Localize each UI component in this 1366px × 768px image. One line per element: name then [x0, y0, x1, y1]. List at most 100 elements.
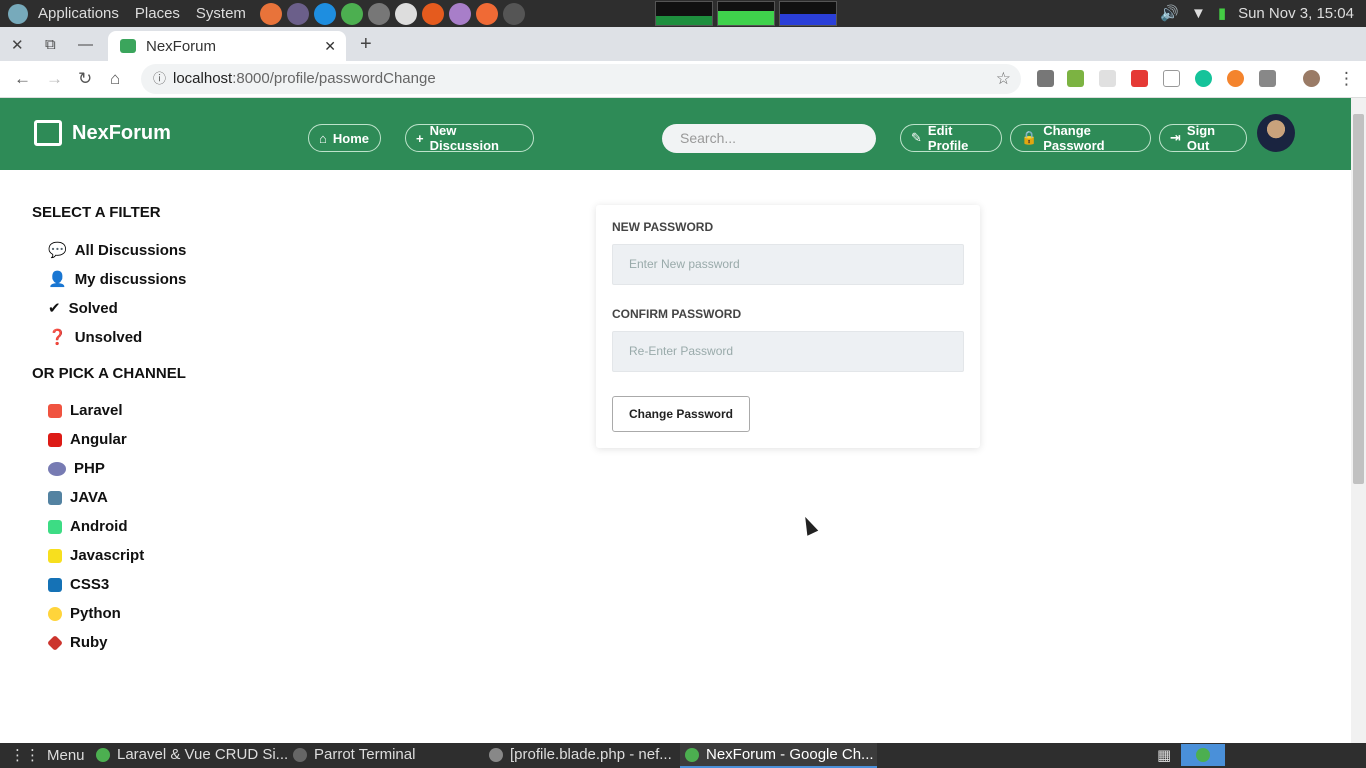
- sign-out-icon: ⇥: [1170, 130, 1181, 145]
- user-avatar[interactable]: [1257, 114, 1295, 152]
- brand[interactable]: NexForum: [34, 120, 171, 146]
- browser-tab[interactable]: NexForum ✕: [108, 31, 346, 61]
- lock-icon: 🔒: [1021, 130, 1038, 145]
- house-icon: ⌂: [319, 130, 327, 146]
- forward-icon[interactable]: →: [46, 69, 63, 89]
- address-bar-row: ← → ↻ ⌂ ⓘ localhost:8000/profile/passwor…: [0, 61, 1366, 98]
- os-taskbar: ⋮⋮ Menu Laravel & Vue CRUD Si... Parrot T…: [0, 743, 1366, 768]
- filter-my-discussions[interactable]: 👤 My discussions: [48, 270, 186, 289]
- extension-icon[interactable]: [1227, 70, 1244, 87]
- os-logo-icon[interactable]: [8, 3, 28, 24]
- channel-ruby[interactable]: Ruby: [47, 634, 108, 651]
- taskbar-menu-button[interactable]: ⋮⋮ Menu: [10, 746, 85, 765]
- browser-menu-icon[interactable]: ⋮: [1338, 69, 1355, 89]
- cpu-graph: [654, 1, 713, 26]
- launcher-icon[interactable]: [367, 2, 390, 25]
- launcher-icon[interactable]: [259, 2, 282, 25]
- edit-profile-button[interactable]: ✎ Edit Profile: [900, 123, 1002, 153]
- url-bar[interactable]: ⓘ localhost:8000/profile/passwordChange …: [141, 64, 1021, 94]
- password-change-card: NEW PASSWORD Enter New password CONFIRM …: [596, 205, 980, 448]
- minimize-window-icon[interactable]: —: [78, 36, 93, 53]
- chrome-tray-icon[interactable]: [1181, 744, 1225, 766]
- tab-close-icon[interactable]: ✕: [324, 38, 336, 55]
- extension-icon[interactable]: [1131, 70, 1148, 87]
- os-menu-places[interactable]: Places: [135, 5, 180, 22]
- home-label: Home: [332, 130, 369, 146]
- sign-out-button[interactable]: ⇥ Sign Out: [1159, 123, 1247, 153]
- home-button[interactable]: ⌂ Home: [308, 124, 381, 152]
- back-icon[interactable]: ←: [14, 69, 31, 89]
- php-icon: [48, 461, 66, 476]
- chrome-icon: [96, 747, 110, 762]
- browser-tab-bar: ✕ ⧉ — NexForum ✕ +: [0, 27, 1366, 61]
- laravel-icon: [48, 403, 62, 418]
- site-info-icon[interactable]: ⓘ: [153, 64, 166, 94]
- close-window-icon[interactable]: ✕: [11, 36, 24, 54]
- channel-python[interactable]: Python: [48, 605, 121, 622]
- channel-java[interactable]: JAVA: [48, 489, 108, 506]
- extension-icon[interactable]: [1099, 70, 1116, 87]
- firefox-icon[interactable]: [421, 2, 444, 25]
- sign-out-label: Sign Out: [1186, 123, 1216, 153]
- change-password-nav-button[interactable]: 🔒 Change Password: [1010, 123, 1151, 153]
- workspace-icon[interactable]: ▦: [1157, 746, 1171, 764]
- change-password-submit-button[interactable]: Change Password: [612, 396, 750, 432]
- terminal-icon[interactable]: [502, 2, 525, 25]
- edit-profile-label: Edit Profile: [927, 123, 969, 153]
- os-menu-system[interactable]: System: [196, 5, 246, 22]
- wifi-icon[interactable]: ▼: [1191, 5, 1206, 22]
- filter-solved[interactable]: ✔ Solved: [48, 299, 118, 318]
- question-circle-icon: ❓: [48, 329, 67, 346]
- channel-angular[interactable]: Angular: [48, 431, 127, 448]
- taskbar-item[interactable]: Laravel & Vue CRUD Si...: [96, 746, 288, 763]
- mouse-cursor: [799, 514, 819, 536]
- launcher-icon[interactable]: [394, 2, 417, 25]
- android-icon: [48, 519, 62, 534]
- home-icon[interactable]: ⌂: [110, 69, 120, 89]
- grammarly-icon[interactable]: [1195, 70, 1212, 87]
- user-icon: 👤: [48, 271, 67, 288]
- launcher-icon[interactable]: [286, 2, 309, 25]
- confirm-password-input[interactable]: Re-Enter Password: [612, 331, 964, 372]
- channel-android[interactable]: Android: [48, 518, 128, 535]
- extension-icon[interactable]: [1037, 70, 1054, 87]
- extension-icon[interactable]: [1259, 70, 1276, 87]
- channel-laravel[interactable]: Laravel: [48, 402, 123, 419]
- skype-icon[interactable]: [313, 2, 336, 25]
- bookmark-star-icon[interactable]: ☆: [996, 64, 1011, 94]
- profile-avatar-icon[interactable]: [1303, 70, 1320, 87]
- volume-icon[interactable]: 🔊: [1160, 4, 1179, 22]
- os-tray: 🔊 ▼ ▮ Sun Nov 3, 15:04: [1160, 4, 1354, 23]
- launcher-icon[interactable]: [448, 2, 471, 25]
- channel-javascript[interactable]: Javascript: [48, 547, 144, 564]
- filter-unsolved[interactable]: ❓ Unsolved: [48, 328, 142, 347]
- channel-php[interactable]: PHP: [48, 460, 105, 477]
- battery-icon[interactable]: ▮: [1218, 4, 1226, 22]
- new-discussion-label: New Discussion: [429, 123, 499, 153]
- filter-all-discussions[interactable]: 💬 All Discussions: [48, 241, 186, 260]
- taskbar-item-active[interactable]: NexForum - Google Ch...: [685, 746, 874, 763]
- net-graph: [778, 1, 837, 26]
- reload-icon[interactable]: ↻: [78, 69, 92, 89]
- os-menu-applications[interactable]: Applications: [38, 5, 119, 22]
- url-host: localhost: [173, 70, 233, 87]
- extension-icon[interactable]: [1067, 70, 1084, 87]
- extension-icon[interactable]: [1163, 70, 1180, 87]
- scrollbar-thumb[interactable]: [1353, 114, 1364, 484]
- new-tab-icon[interactable]: +: [360, 33, 372, 56]
- chrome-icon[interactable]: [340, 2, 363, 25]
- new-discussion-button[interactable]: + New Discussion: [405, 123, 534, 153]
- os-top-panel: Applications Places System 🔊 ▼ ▮ Sun Nov…: [0, 0, 1366, 27]
- page-scrollbar[interactable]: [1351, 98, 1366, 743]
- channel-heading: OR PICK A CHANNEL: [32, 365, 186, 382]
- launcher-icon[interactable]: [475, 2, 498, 25]
- restore-window-icon[interactable]: ⧉: [45, 36, 56, 53]
- taskbar-item[interactable]: Parrot Terminal: [293, 746, 415, 763]
- search-input[interactable]: Search...: [662, 124, 876, 153]
- channel-css3[interactable]: CSS3: [48, 576, 109, 593]
- tab-favicon-icon: [120, 39, 136, 53]
- java-icon: [48, 490, 62, 505]
- new-password-input[interactable]: Enter New password: [612, 244, 964, 285]
- taskbar-item[interactable]: [profile.blade.php - nef...: [489, 746, 672, 763]
- clock[interactable]: Sun Nov 3, 15:04: [1238, 5, 1354, 22]
